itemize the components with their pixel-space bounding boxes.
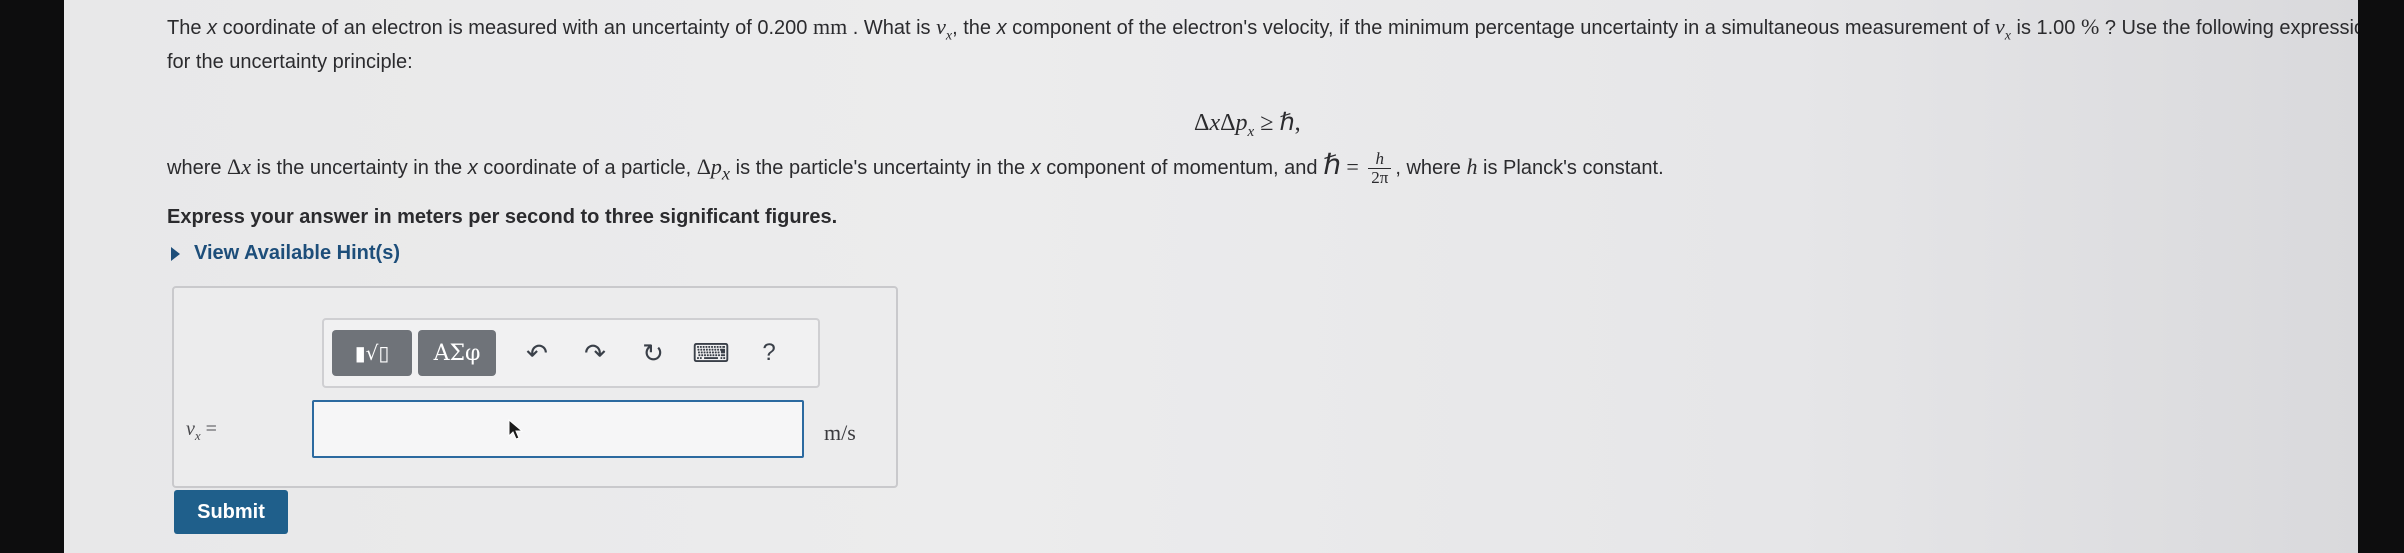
symbols-button[interactable]: ΑΣφ (418, 330, 496, 376)
screen: The x coordinate of an electron is measu… (64, 0, 2358, 553)
answer-variable-label: vx = (186, 418, 217, 443)
redo-button[interactable]: ↷ (566, 330, 624, 376)
undo-icon: ↶ (526, 337, 548, 368)
hint-label: View Available Hint(s) (194, 242, 400, 264)
expand-triangle-icon (171, 246, 180, 261)
help-button[interactable]: ? (740, 330, 798, 376)
unit-label: m/s (824, 420, 856, 445)
h-over-2pi-fraction: h 2π (1368, 150, 1392, 187)
templates-button[interactable]: ▮√▯ (332, 330, 412, 376)
mouse-cursor-icon (508, 419, 524, 440)
symbols-icon: ΑΣφ (433, 340, 481, 366)
uncertainty-equation: ΔxΔpx ≥ ℏ, (1194, 110, 1301, 140)
answer-panel: ▮√▯ ΑΣφ ↶ ↷ ↻ ⌨ ? vx = m/s (172, 286, 898, 488)
reset-button[interactable]: ↻ (624, 330, 682, 376)
reset-icon: ↻ (642, 337, 664, 368)
redo-icon: ↷ (584, 337, 606, 368)
keyboard-icon: ⌨ (692, 337, 730, 368)
question-text: The x coordinate of an electron is measu… (167, 14, 2358, 74)
templates-icon: ▮√▯ (354, 341, 390, 365)
undo-button[interactable]: ↶ (508, 330, 566, 376)
math-toolbar: ▮√▯ ΑΣφ ↶ ↷ ↻ ⌨ ? (322, 318, 820, 388)
submit-button[interactable]: Submit (174, 490, 288, 534)
answer-input[interactable] (312, 400, 804, 458)
help-icon: ? (762, 339, 776, 366)
instruction-text: Express your answer in meters per second… (167, 206, 838, 228)
view-hints-link[interactable]: View Available Hint(s) (171, 242, 400, 265)
definition-text: where Δx is the uncertainty in the x coo… (167, 149, 1664, 188)
keyboard-button[interactable]: ⌨ (682, 330, 740, 376)
